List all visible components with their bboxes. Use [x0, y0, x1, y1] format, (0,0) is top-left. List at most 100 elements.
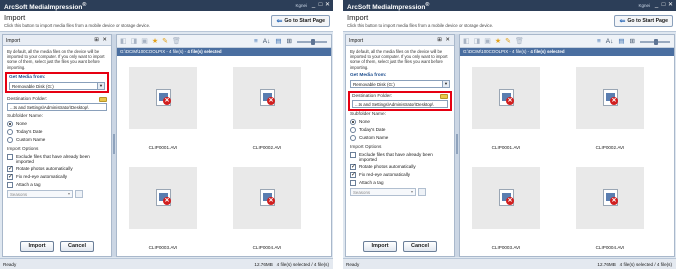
option-attach-tag[interactable]: Attach a tag	[7, 181, 107, 188]
splitter-grip[interactable]	[113, 134, 115, 154]
video-file-icon: ✕	[260, 89, 275, 106]
destination-field[interactable]: ...ts and Settings\Administrator\Desktop…	[352, 99, 448, 108]
filter-icon[interactable]: ▤	[275, 37, 281, 46]
thumbnail-clip0001[interactable]: ✕	[129, 67, 197, 129]
star-icon[interactable]: ★	[495, 37, 501, 46]
go-to-start-page-button[interactable]: ⇐ Go to Start Page	[271, 15, 330, 27]
back-arrow-icon: ⇐	[276, 17, 283, 25]
checkbox[interactable]	[350, 171, 356, 178]
radio-icon[interactable]	[7, 120, 13, 127]
radio-icon[interactable]	[350, 126, 356, 133]
radio-icon[interactable]	[350, 118, 356, 125]
get-media-select[interactable]: Removable Disk (G:) ▼	[9, 81, 105, 90]
checkbox[interactable]	[7, 181, 13, 188]
minimize-icon[interactable]: _	[653, 1, 660, 9]
view-icon[interactable]: ▣	[141, 37, 148, 46]
panel-controls-icon[interactable]: ⊞ ✕	[94, 37, 108, 43]
import-header: Import Click this button to import media…	[0, 11, 333, 32]
thumbnail-clip0004[interactable]: ✕	[576, 167, 644, 229]
thumbnail-clip0002[interactable]: ✕	[233, 67, 301, 129]
thumbnail-clip0002[interactable]: ✕	[576, 67, 644, 129]
radio-none[interactable]: None	[350, 118, 450, 125]
option-exclude-imported[interactable]: Exclude files that have already been imp…	[350, 151, 450, 162]
checkbox[interactable]	[7, 153, 13, 160]
file-name: CLIP0004.AVI	[252, 245, 282, 250]
user-name: Kgnei	[638, 3, 650, 8]
option-fix-red-eye[interactable]: Fix red-eye automatically	[7, 173, 107, 180]
sort-button[interactable]: A↓	[606, 37, 614, 46]
close-icon[interactable]: ✕	[667, 1, 674, 9]
back-icon[interactable]: ◧	[463, 37, 470, 46]
radio-todays-date[interactable]: Today's Date	[350, 126, 450, 133]
maximize-icon[interactable]: □	[660, 1, 667, 9]
file-name: CLIP0004.AVI	[595, 245, 625, 250]
grid-view-icon[interactable]: ⊞	[287, 37, 292, 46]
radio-todays-date[interactable]: Today's Date	[7, 128, 107, 135]
tag-select[interactable]: Seasons ▼	[350, 187, 416, 196]
file-browser: ◧ ◨ ▣ ★ ✎ 🗑 ≡ A↓ ▤ ⊞ G:\DCIM\100COOLPIX …	[116, 34, 332, 257]
tag-add-button[interactable]	[418, 187, 426, 196]
start-button-label: Go to Start Page	[284, 18, 325, 24]
minimize-icon[interactable]: _	[310, 1, 317, 9]
forward-icon[interactable]: ◨	[131, 37, 138, 46]
checkbox[interactable]	[350, 179, 356, 186]
error-icon: ✕	[267, 97, 275, 105]
checkbox[interactable]	[7, 165, 13, 172]
tag-icon[interactable]: ✎	[505, 37, 511, 46]
forward-icon[interactable]: ◨	[474, 37, 481, 46]
delete-icon[interactable]: 🗑	[172, 37, 181, 46]
cancel-button[interactable]: Cancel	[403, 241, 437, 252]
thumbnail-clip0003[interactable]: ✕	[129, 167, 197, 229]
zoom-slider[interactable]	[640, 38, 670, 45]
radio-icon[interactable]	[350, 134, 356, 141]
tag-select[interactable]: Seasons ▼	[7, 189, 73, 198]
zoom-slider[interactable]	[297, 38, 327, 45]
tag-add-button[interactable]	[75, 189, 83, 198]
star-icon[interactable]: ★	[152, 37, 158, 46]
radio-icon[interactable]	[7, 128, 13, 135]
radio-icon[interactable]	[7, 136, 13, 143]
folder-path: G:\DCIM\100COOLPIX	[120, 49, 166, 54]
delete-icon[interactable]: 🗑	[515, 37, 524, 46]
radio-custom-name[interactable]: Custom Name	[350, 134, 450, 141]
thumbnail-clip0004[interactable]: ✕	[233, 167, 301, 229]
radio-custom-name[interactable]: Custom Name	[7, 136, 107, 143]
radio-none[interactable]: None	[7, 120, 107, 127]
option-fix-red-eye[interactable]: Fix red-eye automatically	[350, 171, 450, 178]
import-button[interactable]: Import	[363, 241, 397, 252]
sort-button[interactable]: A↓	[263, 37, 271, 46]
option-rotate-photos[interactable]: Rotate photos automatically	[7, 165, 107, 172]
list-view-icon[interactable]: ≡	[597, 37, 601, 46]
checkbox[interactable]	[350, 163, 356, 170]
close-icon[interactable]: ✕	[324, 1, 331, 9]
folder-icon[interactable]	[440, 93, 448, 99]
option-attach-tag[interactable]: Attach a tag	[350, 179, 450, 186]
checkbox[interactable]	[350, 151, 356, 158]
video-file-icon: ✕	[499, 89, 514, 106]
get-media-select[interactable]: Removable Disk (G:) ▼	[350, 79, 450, 88]
error-icon: ✕	[267, 197, 275, 205]
splitter-grip[interactable]	[456, 134, 458, 154]
back-icon[interactable]: ◧	[120, 37, 127, 46]
grid-view-icon[interactable]: ⊞	[630, 37, 635, 46]
destination-field[interactable]: ...ts and Settings\Administrator\Desktop…	[7, 102, 107, 111]
go-to-start-page-button[interactable]: ⇐ Go to Start Page	[614, 15, 673, 27]
import-button[interactable]: Import	[20, 241, 54, 252]
panel-controls-icon[interactable]: ⊞ ✕	[437, 37, 451, 43]
filter-icon[interactable]: ▤	[618, 37, 624, 46]
page-subtitle: Click this button to import media files …	[4, 23, 151, 28]
tag-icon[interactable]: ✎	[162, 37, 168, 46]
radio-label: Today's Date	[359, 127, 386, 133]
folder-icon[interactable]	[99, 96, 107, 102]
option-exclude-imported[interactable]: Exclude files that have already been imp…	[7, 153, 107, 164]
checkbox[interactable]	[7, 173, 13, 180]
cancel-button[interactable]: Cancel	[60, 241, 94, 252]
thumbnail-clip0001[interactable]: ✕	[472, 67, 540, 129]
option-rotate-photos[interactable]: Rotate photos automatically	[350, 163, 450, 170]
error-icon: ✕	[610, 197, 618, 205]
thumbnail-clip0003[interactable]: ✕	[472, 167, 540, 229]
view-icon[interactable]: ▣	[484, 37, 491, 46]
list-view-icon[interactable]: ≡	[254, 37, 258, 46]
maximize-icon[interactable]: □	[317, 1, 324, 9]
file-name: CLIP0002.AVI	[595, 145, 625, 150]
